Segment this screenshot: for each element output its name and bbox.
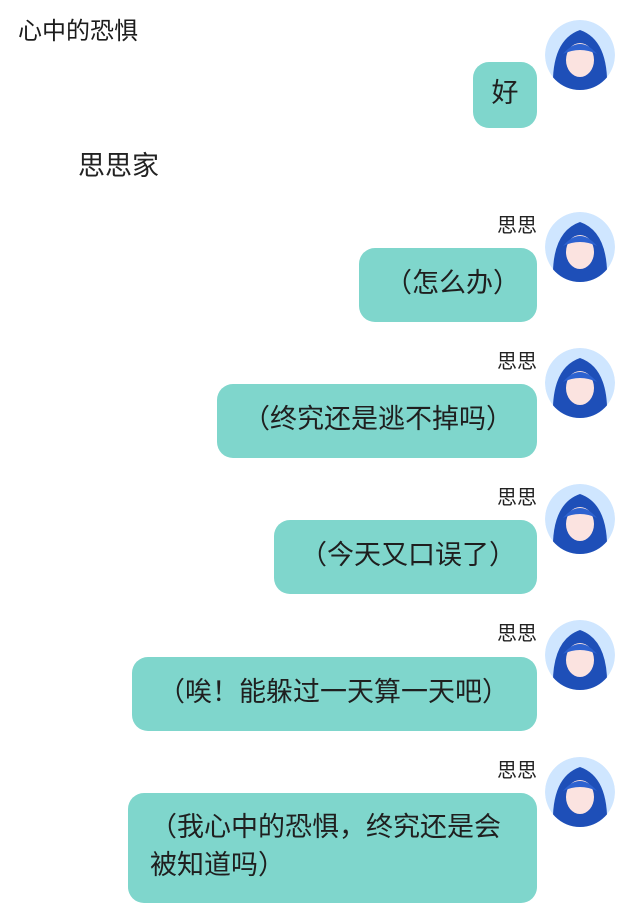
group-name: 思思家 [78, 151, 159, 182]
avatar[interactable] [545, 757, 615, 827]
sender-name: 思思 [497, 621, 537, 645]
page-title: 心中的恐惧 [18, 17, 138, 45]
message-text: 好 [491, 78, 519, 109]
message-bubble[interactable]: （唉！能躲过一天算一天吧） [132, 657, 537, 731]
message-bubble[interactable]: （怎么办） [359, 248, 537, 322]
avatar[interactable] [545, 484, 615, 554]
avatar[interactable] [545, 20, 615, 90]
avatar[interactable] [545, 620, 615, 690]
sender-name: 思思 [497, 758, 537, 782]
message-bubble[interactable]: （终究还是逃不掉吗） [217, 384, 537, 458]
avatar[interactable] [545, 348, 615, 418]
message-text: （怎么办） [385, 268, 520, 299]
sender-name: 思思 [497, 349, 537, 373]
sender-name: 思思 [497, 213, 537, 237]
message-bubble[interactable]: （今天又口误了） [274, 520, 537, 594]
message-text: （唉！能躲过一天算一天吧） [158, 677, 509, 708]
message-text: （终究还是逃不掉吗） [243, 404, 513, 435]
sender-name: 思思 [497, 485, 537, 509]
message-bubble[interactable]: （我心中的恐惧，终究还是会被知道吗） [128, 793, 537, 903]
message-bubble[interactable]: 好 [473, 62, 537, 128]
message-text: （今天又口误了） [300, 540, 516, 571]
avatar[interactable] [545, 212, 615, 282]
message-text: （我心中的恐惧，终究还是会被知道吗） [150, 812, 501, 881]
